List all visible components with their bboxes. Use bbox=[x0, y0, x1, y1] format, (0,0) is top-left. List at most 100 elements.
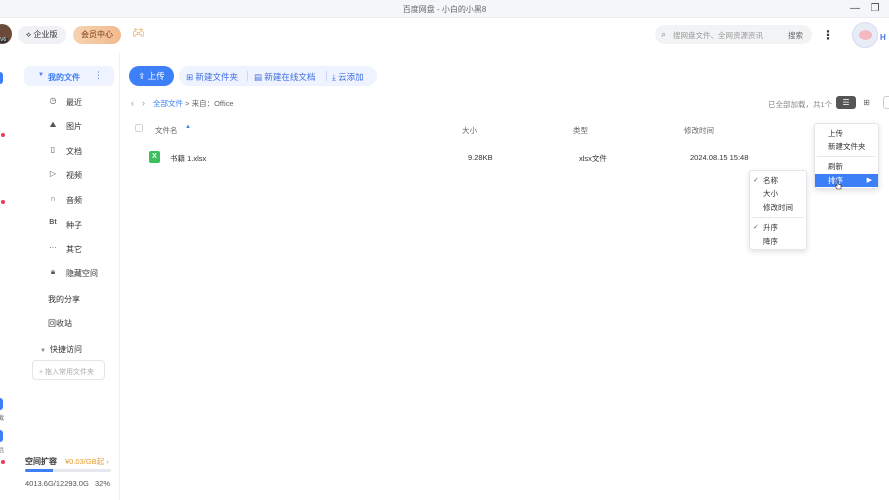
avatar[interactable]: V6 bbox=[0, 24, 12, 44]
file-size: 9.28KB bbox=[468, 153, 493, 162]
sidebar-item-torrents[interactable]: Bt 种子 bbox=[48, 219, 120, 233]
rail-screenshot-button[interactable] bbox=[0, 398, 3, 410]
menu-item-refresh[interactable]: 刷新 bbox=[815, 160, 878, 173]
breadcrumb-separator: > bbox=[185, 99, 190, 108]
top-bar: V6 ⟡ 企业版 会员中心 🎮︎ ⌕ 搜网盘文件、全网资源资讯 搜索 ⋮ H bbox=[0, 18, 889, 52]
sort-descending[interactable]: 降序 bbox=[750, 235, 806, 248]
sidebar-item-my-share[interactable]: 我的分享 bbox=[48, 294, 80, 305]
document-icon: ▯ bbox=[50, 145, 56, 154]
sidebar: ▼ 我的文件 ⋮ ◷ 最近 ⛰ 图片 ▯ 文档 ▷ 视频 ∩ 音频 Bt 种子 … bbox=[14, 52, 120, 500]
notification-dot bbox=[1, 133, 5, 137]
minimize-icon[interactable]: — bbox=[849, 3, 861, 15]
menu-divider bbox=[817, 156, 876, 157]
new-folder-icon: ⊞ bbox=[186, 72, 194, 82]
sidebar-item-label: 图片 bbox=[66, 122, 82, 131]
sort-option-label: 名称 bbox=[763, 176, 778, 185]
breadcrumb-root[interactable]: 全部文件 bbox=[153, 99, 183, 108]
menu-item-upload[interactable]: 上传 bbox=[815, 127, 878, 140]
forward-icon[interactable]: › bbox=[142, 98, 145, 108]
sort-by-name[interactable]: ✓ 名称 bbox=[750, 174, 806, 187]
breadcrumb-current: 来自：Office bbox=[191, 99, 234, 108]
sidebar-item-recycle[interactable]: 回收站 bbox=[48, 318, 72, 329]
sidebar-item-label: 最近 bbox=[66, 98, 82, 107]
title-bar: 百度网盘 - 小白的小黑8 — ❐ bbox=[0, 0, 889, 18]
sidebar-item-label: 文档 bbox=[66, 147, 82, 156]
search-button[interactable]: 搜索 bbox=[788, 30, 803, 41]
image-icon: ⛰ bbox=[49, 120, 57, 129]
sort-by-modified[interactable]: 修改时间 bbox=[750, 201, 806, 214]
sidebar-item-videos[interactable]: ▷ 视频 bbox=[48, 169, 120, 183]
sort-option-label: 大小 bbox=[763, 189, 778, 198]
sort-by-size[interactable]: 大小 bbox=[750, 187, 806, 200]
select-all-checkbox[interactable] bbox=[135, 124, 143, 132]
lock-icon: 🔒︎ bbox=[50, 267, 56, 276]
sidebar-item-my-files[interactable]: ▼ 我的文件 ⋮ bbox=[24, 66, 114, 86]
sidebar-item-hidden-space[interactable]: 🔒︎ 隐藏空间 bbox=[48, 267, 120, 281]
menu-item-sort[interactable]: 排序 ▶ bbox=[815, 174, 878, 187]
column-header-size[interactable]: 大小 bbox=[462, 125, 477, 136]
gamepad-icon[interactable]: 🎮︎ bbox=[132, 29, 145, 39]
rail-label: 远 bbox=[0, 448, 5, 454]
sort-ascending[interactable]: ✓ 升序 bbox=[750, 221, 806, 234]
vip-center-button[interactable]: 会员中心 bbox=[73, 26, 121, 44]
caret-down-icon[interactable]: ▼ bbox=[38, 72, 44, 78]
space-expand-link[interactable]: ¥0.03/GB起 › bbox=[65, 456, 109, 467]
sidebar-item-audio[interactable]: ∩ 音频 bbox=[48, 194, 120, 208]
back-icon[interactable]: ‹ bbox=[131, 98, 134, 108]
new-folder-button[interactable]: ⊞ 新建文件夹 bbox=[186, 71, 238, 83]
search-box[interactable]: ⌕ 搜网盘文件、全网资源资讯 搜索 bbox=[655, 25, 812, 44]
quick-access-header[interactable]: ▼ 快捷访问 bbox=[40, 344, 82, 355]
column-header-type[interactable]: 类型 bbox=[573, 125, 588, 136]
cloud-add-button[interactable]: ⤓ 云添加 bbox=[332, 71, 364, 83]
grid-view-icon[interactable]: ⊞ bbox=[858, 96, 875, 109]
bt-icon: Bt bbox=[49, 219, 57, 226]
restore-icon[interactable]: ❐ bbox=[869, 3, 881, 15]
rail-active-indicator bbox=[0, 72, 3, 84]
kebab-icon[interactable]: ⋮ bbox=[94, 70, 103, 81]
cloud-add-label: 云添加 bbox=[338, 72, 364, 82]
new-online-doc-button[interactable]: ▤ 新建在线文档 bbox=[254, 71, 315, 83]
new-folder-label: 新建文件夹 bbox=[195, 72, 239, 82]
list-view-icon[interactable]: ☰ bbox=[836, 96, 856, 109]
sort-option-label: 降序 bbox=[763, 237, 778, 246]
sidebar-item-others[interactable]: ··· 其它 bbox=[48, 243, 120, 257]
context-menu: 上传 新建文件夹 刷新 排序 ▶ bbox=[814, 123, 879, 189]
menu-item-new-folder[interactable]: 新建文件夹 bbox=[815, 140, 878, 153]
file-name[interactable]: 书籍 1.xlsx bbox=[170, 153, 206, 164]
enterprise-icon: ⟡ bbox=[26, 30, 32, 39]
divider bbox=[326, 71, 327, 81]
main-panel: ⇪ 上传 ⊞ 新建文件夹 ▤ 新建在线文档 ⤓ 云添加 ‹ › 全部文件 > 来自：… bbox=[121, 52, 889, 500]
enterprise-button[interactable]: ⟡ 企业版 bbox=[18, 26, 66, 44]
more-icon: ··· bbox=[49, 243, 57, 252]
file-type: xlsx文件 bbox=[579, 154, 607, 163]
left-rail: 截 远 bbox=[0, 52, 14, 500]
user-avatar[interactable] bbox=[852, 22, 878, 48]
drop-zone-hint: + 拖入常用文件夹 bbox=[39, 369, 95, 376]
submenu-arrow-icon: ▶ bbox=[866, 177, 872, 184]
sidebar-item-label: 隐藏空间 bbox=[66, 269, 98, 278]
table-row[interactable]: X 书籍 1.xlsx 9.28KB xlsx文件 2024.08.15 15:… bbox=[121, 145, 811, 169]
sidebar-item-label: 视频 bbox=[66, 171, 82, 180]
sidebar-item-images[interactable]: ⛰ 图片 bbox=[48, 120, 120, 134]
new-doc-icon: ▤ bbox=[254, 72, 263, 82]
sidebar-item-recent[interactable]: ◷ 最近 bbox=[48, 96, 120, 110]
pointer-cursor-icon bbox=[835, 180, 842, 190]
column-header-modified[interactable]: 修改时间 bbox=[684, 125, 714, 136]
more-menu-icon[interactable]: ⋮ bbox=[822, 26, 834, 44]
search-input[interactable]: 搜网盘文件、全网资源资讯 bbox=[673, 30, 763, 41]
upload-label: 上传 bbox=[147, 71, 165, 81]
sort-option-label: 升序 bbox=[763, 223, 778, 232]
column-header-name[interactable]: 文件名 bbox=[155, 125, 178, 136]
search-icon: ⌕ bbox=[661, 29, 667, 39]
sort-submenu: ✓ 名称 大小 修改时间 ✓ 升序 降序 bbox=[749, 170, 807, 250]
storage-progress-fill bbox=[25, 469, 54, 472]
breadcrumb: ‹ › 全部文件 > 来自：Office bbox=[131, 98, 234, 109]
sidebar-item-documents[interactable]: ▯ 文档 bbox=[48, 145, 120, 159]
toolbar-actions: ⊞ 新建文件夹 ▤ 新建在线文档 ⤓ 云添加 bbox=[179, 66, 377, 86]
avatar-face-icon bbox=[859, 30, 872, 40]
quick-access-drop-zone[interactable]: + 拖入常用文件夹 bbox=[32, 360, 105, 380]
upload-button[interactable]: ⇪ 上传 bbox=[129, 66, 174, 86]
rail-remote-button[interactable] bbox=[0, 430, 3, 442]
clock-icon: ◷ bbox=[49, 96, 57, 105]
view-toggle-edge[interactable] bbox=[883, 96, 889, 109]
